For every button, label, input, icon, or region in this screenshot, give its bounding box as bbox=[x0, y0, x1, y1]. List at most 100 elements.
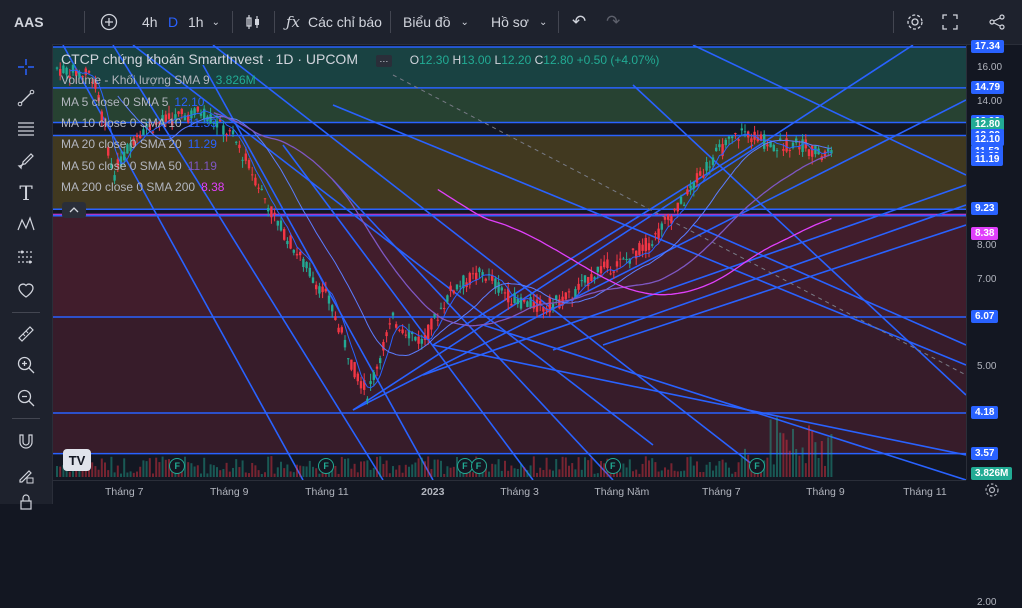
volume-bar bbox=[372, 467, 375, 477]
brush-tool[interactable] bbox=[14, 148, 38, 172]
candle-type-button[interactable] bbox=[244, 0, 262, 44]
candle-body bbox=[782, 148, 785, 151]
ma200-legend[interactable]: MA 200 close 0 SMA 200 8.38 bbox=[61, 180, 224, 194]
volume-bar bbox=[388, 473, 391, 477]
ma-label: MA 10 close 0 SMA 10 bbox=[61, 116, 182, 130]
candle-body bbox=[244, 153, 247, 161]
symbol-search[interactable]: AAS bbox=[14, 0, 44, 44]
redo-icon: ↷ bbox=[606, 12, 621, 31]
volume-bar bbox=[158, 462, 161, 477]
compare-button[interactable] bbox=[100, 0, 118, 44]
profile-menu-button[interactable]: Hồ sơ ⌄ bbox=[491, 0, 547, 44]
dividend-event-icon[interactable]: F bbox=[604, 458, 621, 474]
undo-button[interactable]: ↶ bbox=[572, 0, 586, 44]
volume-bar bbox=[91, 462, 94, 477]
favorites-tool[interactable] bbox=[14, 278, 38, 302]
interval-d-button[interactable]: D bbox=[168, 0, 178, 44]
collapse-legend-button[interactable]: ⋯ bbox=[375, 55, 392, 67]
candle-body bbox=[235, 141, 238, 143]
volume-bar bbox=[472, 472, 474, 477]
volume-bar bbox=[772, 464, 775, 477]
candle-body bbox=[292, 249, 295, 253]
candle-body bbox=[731, 136, 734, 139]
candle-body bbox=[625, 258, 628, 260]
candle-body bbox=[321, 286, 324, 293]
volume-bar bbox=[689, 456, 692, 477]
measure-tool[interactable] bbox=[14, 322, 38, 346]
legend-collapse-button[interactable] bbox=[62, 202, 86, 218]
dividend-event-icon[interactable]: F bbox=[318, 458, 335, 474]
interval-1h-button[interactable]: 1h ⌄ bbox=[188, 0, 220, 44]
time-label: Tháng 9 bbox=[806, 486, 845, 498]
volume-bar bbox=[443, 473, 446, 477]
volume-bar bbox=[625, 467, 628, 477]
volume-bar bbox=[593, 473, 596, 477]
volume-bar bbox=[276, 467, 279, 477]
volume-bar bbox=[683, 470, 686, 477]
candle-body bbox=[622, 258, 625, 260]
candle-body bbox=[564, 292, 567, 300]
volume-bar bbox=[315, 468, 318, 477]
price-label: 17.34 bbox=[971, 40, 1005, 53]
chart-pane[interactable]: CTCP chứng khoán SmartInvest · 1D · UPCO… bbox=[53, 45, 966, 480]
volume-bar bbox=[523, 467, 526, 477]
ma20-legend[interactable]: MA 20 close 0 SMA 20 11.29 bbox=[61, 137, 217, 151]
candle-body bbox=[667, 214, 670, 220]
volume-bar bbox=[648, 460, 650, 477]
candle-body bbox=[644, 237, 647, 252]
ma5-legend[interactable]: MA 5 close 0 SMA 5 12.10 bbox=[61, 95, 204, 109]
volume-bar bbox=[497, 459, 500, 477]
volume-bar bbox=[785, 439, 788, 477]
price-scale[interactable]: 16.0014.008.007.005.002.0017.3414.7912.9… bbox=[966, 40, 1022, 608]
scale-settings-button[interactable] bbox=[984, 482, 1000, 503]
volume-bar bbox=[571, 463, 574, 477]
pattern-tool[interactable] bbox=[14, 212, 38, 236]
time-scale[interactable]: Tháng 7 Tháng 9 Tháng 11 2023 Tháng 3 Tháng N… bbox=[53, 480, 966, 505]
volume-bar bbox=[692, 465, 695, 477]
candle-body bbox=[513, 292, 516, 304]
gear-icon bbox=[907, 14, 923, 30]
volume-bar bbox=[401, 472, 404, 477]
dividend-event-icon[interactable]: F bbox=[749, 458, 765, 474]
share-button[interactable] bbox=[988, 0, 1006, 44]
ma10-legend[interactable]: MA 10 close 0 SMA 10 11.53 bbox=[61, 116, 217, 130]
volume-legend[interactable]: Volume - Khối lượng SMA 9 3.826M bbox=[61, 73, 256, 87]
interval-4h-button[interactable]: 4h bbox=[142, 0, 158, 44]
settings-button[interactable] bbox=[906, 0, 924, 44]
ma50-legend[interactable]: MA 50 close 0 SMA 50 11.19 bbox=[61, 159, 217, 173]
volume-bar bbox=[494, 464, 497, 477]
chevron-down-icon: ⌄ bbox=[460, 16, 469, 28]
prediction-tool[interactable] bbox=[14, 245, 38, 269]
magnet-tool[interactable] bbox=[14, 430, 38, 454]
volume-bar bbox=[584, 457, 586, 477]
lock-tool[interactable] bbox=[14, 490, 38, 514]
dividend-event-icon[interactable]: F bbox=[470, 458, 487, 474]
price-chart[interactable] bbox=[53, 45, 966, 480]
indicators-label: Các chỉ báo bbox=[308, 14, 382, 30]
volume-bar bbox=[129, 471, 132, 477]
price-label: 6.07 bbox=[971, 310, 999, 324]
price-label: 3.826M bbox=[971, 467, 1013, 480]
crosshair-tool[interactable] bbox=[14, 55, 38, 79]
volume-bar bbox=[164, 459, 167, 477]
redo-button[interactable]: ↷ bbox=[606, 0, 620, 44]
text-tool[interactable]: T bbox=[14, 181, 38, 205]
indicators-button[interactable]: ƒx Các chỉ báo bbox=[286, 0, 382, 44]
high-value: 13.00 bbox=[461, 53, 492, 67]
volume-bar bbox=[731, 473, 734, 477]
open-label: O bbox=[409, 53, 420, 67]
trendline-tool[interactable] bbox=[14, 86, 38, 110]
zoom-in-tool[interactable] bbox=[14, 353, 38, 377]
candle-body bbox=[270, 206, 273, 218]
candle-body bbox=[475, 272, 478, 280]
charts-menu-button[interactable]: Biểu đồ ⌄ bbox=[403, 0, 469, 44]
fib-tool[interactable] bbox=[14, 117, 38, 141]
volume-bar bbox=[398, 465, 401, 477]
volume-bar bbox=[241, 460, 244, 477]
candle-body bbox=[55, 67, 59, 69]
candle-body bbox=[286, 240, 289, 245]
candle-body bbox=[766, 144, 769, 147]
fullscreen-button[interactable] bbox=[942, 0, 958, 44]
lock-drawing-tool[interactable] bbox=[14, 463, 38, 487]
zoom-out-tool[interactable] bbox=[14, 386, 38, 410]
